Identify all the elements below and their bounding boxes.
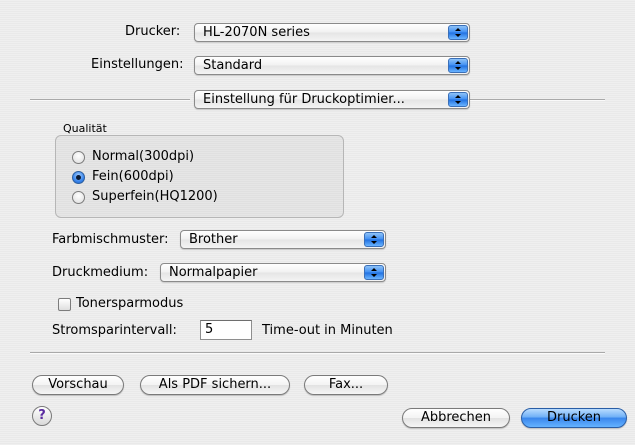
media-popup[interactable]: Normalpapier bbox=[160, 263, 386, 282]
sleep-unit-label: Time-out in Minuten bbox=[262, 323, 393, 338]
printer-value: HL-2070N series bbox=[203, 25, 310, 40]
quality-option-superfine: Superfein(HQ1200) bbox=[92, 189, 218, 204]
color-pattern-popup[interactable]: Brother bbox=[180, 230, 386, 249]
fax-button[interactable]: Fax... bbox=[304, 375, 388, 395]
save-pdf-button[interactable]: Als PDF sichern... bbox=[140, 375, 290, 395]
sleep-label: Stromsparintervall: bbox=[52, 323, 177, 338]
popup-arrows-icon bbox=[448, 92, 468, 107]
presets-value: Standard bbox=[203, 58, 263, 73]
toner-save-checkbox[interactable] bbox=[58, 298, 71, 311]
quality-radio-normal[interactable] bbox=[72, 151, 85, 164]
presets-popup[interactable]: Standard bbox=[194, 56, 470, 75]
panel-divider-left bbox=[30, 99, 190, 101]
sleep-interval-field[interactable]: 5 bbox=[200, 320, 252, 340]
media-label: Druckmedium: bbox=[52, 265, 149, 280]
quality-option-normal: Normal(300dpi) bbox=[92, 149, 195, 164]
toner-save-label: Tonersparmodus bbox=[76, 296, 184, 311]
popup-arrows-icon bbox=[448, 25, 468, 40]
preview-button[interactable]: Vorschau bbox=[32, 375, 124, 395]
help-icon[interactable]: ? bbox=[32, 406, 52, 426]
quality-radio-superfine[interactable] bbox=[72, 191, 85, 204]
printer-label: Drucker: bbox=[125, 24, 181, 39]
quality-option-fine: Fein(600dpi) bbox=[92, 169, 174, 184]
popup-arrows-icon bbox=[448, 58, 468, 73]
popup-arrows-icon bbox=[364, 232, 384, 247]
print-button[interactable]: Drucken bbox=[521, 408, 627, 428]
bottom-divider bbox=[30, 352, 605, 354]
panel-value: Einstellung für Druckoptimier... bbox=[203, 92, 405, 107]
panel-divider-right bbox=[470, 99, 605, 101]
panel-popup[interactable]: Einstellung für Druckoptimier... bbox=[194, 90, 470, 109]
color-pattern-value: Brother bbox=[189, 232, 238, 247]
color-pattern-label: Farbmischmuster: bbox=[52, 232, 169, 247]
media-value: Normalpapier bbox=[169, 265, 258, 280]
quality-radio-fine[interactable] bbox=[72, 171, 85, 184]
popup-arrows-icon bbox=[364, 265, 384, 280]
printer-popup[interactable]: HL-2070N series bbox=[194, 23, 470, 42]
presets-label: Einstellungen: bbox=[91, 57, 184, 72]
cancel-button[interactable]: Abbrechen bbox=[402, 408, 510, 428]
